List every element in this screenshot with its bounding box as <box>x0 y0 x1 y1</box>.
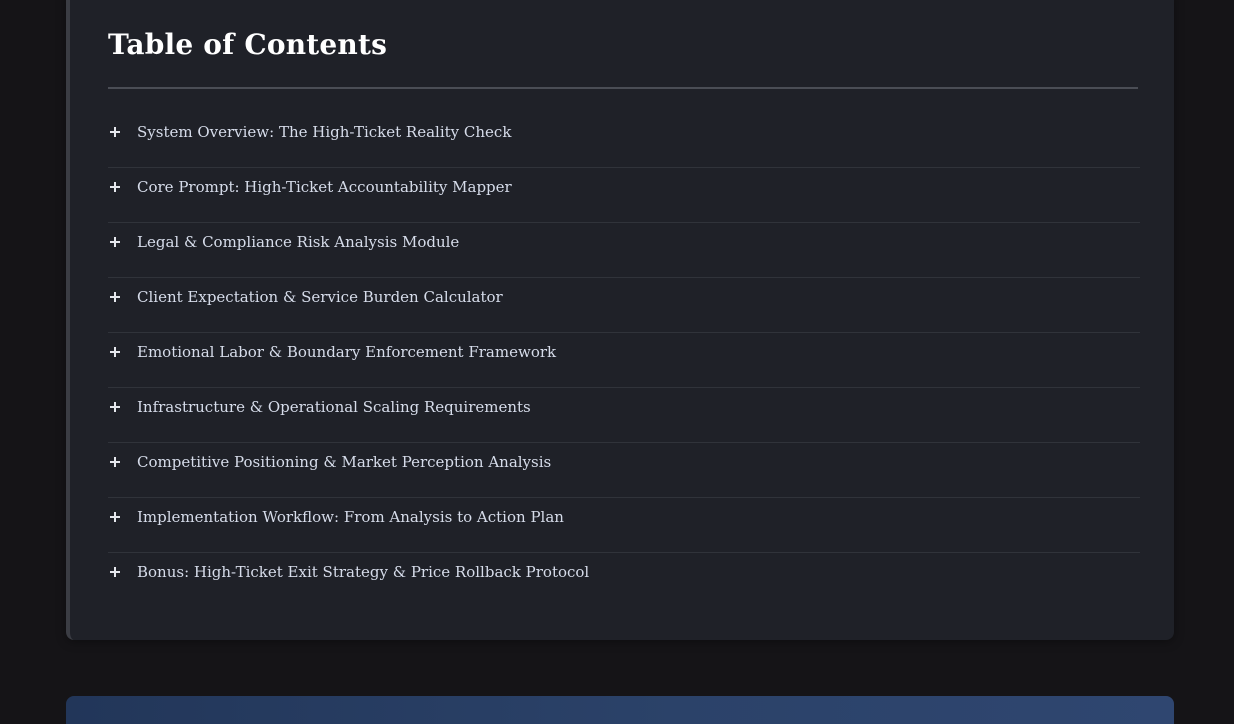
plus-icon <box>108 400 122 414</box>
table-of-contents-card: Table of Contents System Overview: The H… <box>66 0 1174 640</box>
plus-icon <box>108 235 122 249</box>
plus-icon <box>108 180 122 194</box>
plus-icon <box>108 455 122 469</box>
plus-icon <box>108 125 122 139</box>
toc-title: Table of Contents <box>108 28 388 61</box>
plus-icon <box>108 345 122 359</box>
title-divider <box>108 87 1138 89</box>
toc-item-label: Infrastructure & Operational Scaling Req… <box>137 398 531 416</box>
toc-item-label: Client Expectation & Service Burden Calc… <box>137 288 503 306</box>
toc-item-emotional-labor[interactable]: Emotional Labor & Boundary Enforcement F… <box>108 333 1140 388</box>
toc-item-label: Competitive Positioning & Market Percept… <box>137 453 552 471</box>
toc-item-label: Bonus: High-Ticket Exit Strategy & Price… <box>137 563 590 581</box>
next-section-card <box>66 696 1174 724</box>
toc-item-client-expectation[interactable]: Client Expectation & Service Burden Calc… <box>108 278 1140 333</box>
toc-item-infrastructure[interactable]: Infrastructure & Operational Scaling Req… <box>108 388 1140 443</box>
toc-item-label: System Overview: The High-Ticket Reality… <box>137 123 512 141</box>
toc-list: System Overview: The High-Ticket Reality… <box>108 113 1140 607</box>
toc-item-bonus-exit-strategy[interactable]: Bonus: High-Ticket Exit Strategy & Price… <box>108 553 1140 607</box>
toc-item-implementation-workflow[interactable]: Implementation Workflow: From Analysis t… <box>108 498 1140 553</box>
toc-item-competitive-positioning[interactable]: Competitive Positioning & Market Percept… <box>108 443 1140 498</box>
toc-item-system-overview[interactable]: System Overview: The High-Ticket Reality… <box>108 113 1140 168</box>
toc-item-label: Core Prompt: High-Ticket Accountability … <box>137 178 512 196</box>
toc-item-label: Implementation Workflow: From Analysis t… <box>137 508 564 526</box>
plus-icon <box>108 290 122 304</box>
plus-icon <box>108 510 122 524</box>
toc-item-label: Emotional Labor & Boundary Enforcement F… <box>137 343 557 361</box>
toc-item-core-prompt[interactable]: Core Prompt: High-Ticket Accountability … <box>108 168 1140 223</box>
toc-item-legal-compliance[interactable]: Legal & Compliance Risk Analysis Module <box>108 223 1140 278</box>
plus-icon <box>108 565 122 579</box>
toc-item-label: Legal & Compliance Risk Analysis Module <box>137 233 460 251</box>
